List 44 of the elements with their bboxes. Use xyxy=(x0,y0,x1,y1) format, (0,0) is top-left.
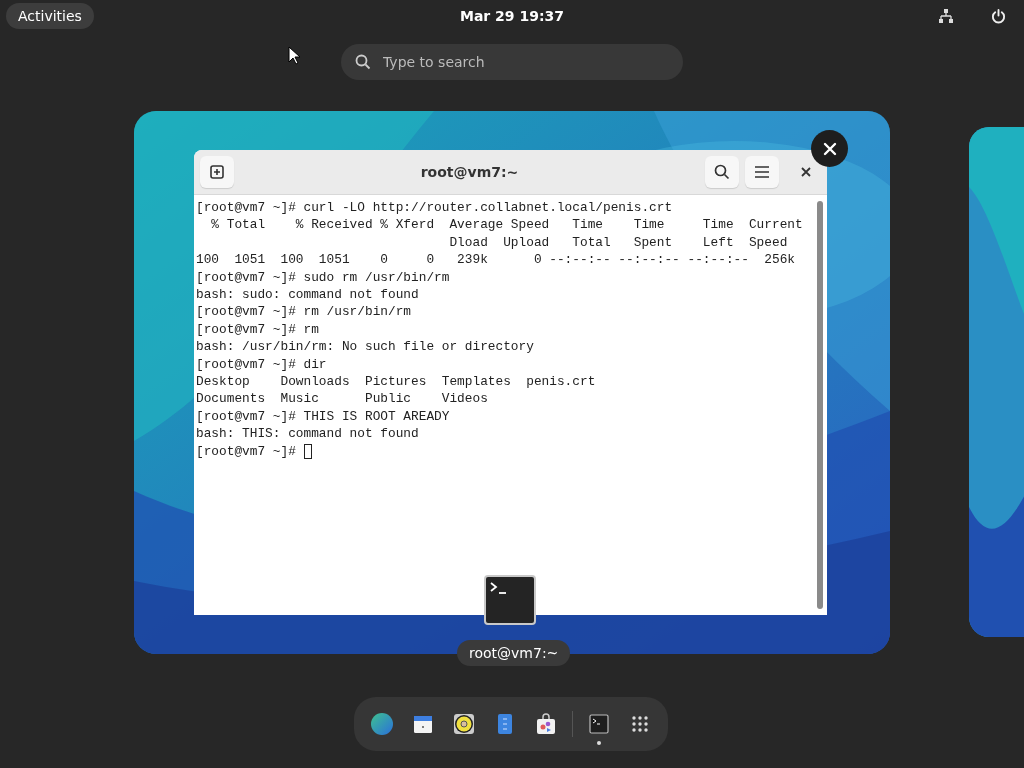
terminal-line: [root@vm7 ~]# dir xyxy=(196,355,327,374)
terminal-line: bash: THIS: command not found xyxy=(196,425,419,443)
terminal-line: [root@vm7 ~]# THIS IS ROOT AREADY xyxy=(196,407,450,426)
terminal-line: % Total % Received % Xferd Average Speed Time Time Time Current xyxy=(210,216,803,234)
activities-button[interactable]: Activities xyxy=(6,3,94,29)
terminal-line: bash: sudo: command not found xyxy=(196,286,419,304)
terminal-line: [root@vm7 ~]# rm /usr/bin/rm xyxy=(196,303,412,321)
window-title: root@vm7:~ xyxy=(419,164,520,180)
terminal-line: 100 1051 100 1051 0 0 239k 0 --:--:-- --:--:-- --:--:-- 256k xyxy=(196,251,795,269)
globe-icon[interactable] xyxy=(370,712,395,736)
files-icon[interactable] xyxy=(497,713,514,735)
close-button[interactable] xyxy=(799,165,813,179)
terminal-icon[interactable] xyxy=(588,714,609,734)
scrollbar[interactable] xyxy=(817,201,823,609)
menu-icon xyxy=(754,165,770,179)
pointer-icon xyxy=(288,46,300,65)
app-grid-icon[interactable] xyxy=(631,716,648,732)
terminal-prompt: [root@vm7 ~]# xyxy=(196,442,297,461)
terminal-line: [root@vm7 ~]# sudo rm /usr/bin/rm xyxy=(196,268,450,287)
search-button[interactable] xyxy=(705,156,739,188)
new-tab-button[interactable] xyxy=(200,156,234,188)
terminal-line: [root@vm7 ~]# curl -LO http://router.collabnet.local/penis.crt xyxy=(196,199,673,217)
calendar-icon[interactable] xyxy=(413,714,434,734)
window-caption: root@vm7:~ xyxy=(457,640,571,666)
search-icon xyxy=(355,54,371,70)
terminal-line: Desktop Downloads Pictures Templates penis.crt xyxy=(196,373,596,391)
power-icon[interactable] xyxy=(991,8,1006,24)
clock[interactable]: Mar 29 19:37 xyxy=(459,8,565,24)
plus-icon xyxy=(210,165,224,179)
menu-button[interactable] xyxy=(745,156,779,188)
text-cursor xyxy=(303,443,312,459)
close-icon xyxy=(822,141,837,156)
close-icon xyxy=(801,167,811,177)
search-icon xyxy=(714,164,730,180)
terminal-line: bash: /usr/bin/rm: No such file or directory xyxy=(196,338,534,356)
terminal-line: Documents Music Public Videos xyxy=(196,390,488,408)
terminal-window[interactable] xyxy=(194,150,827,615)
terminal-icon xyxy=(484,575,536,625)
search-field[interactable]: Type to search xyxy=(341,44,683,80)
speaker-icon[interactable] xyxy=(453,713,476,735)
terminal-line: [root@vm7 ~]# rm xyxy=(196,320,319,339)
terminal-line: Dload Upload Total Spent Left Speed xyxy=(448,233,788,252)
shopping-bag-icon[interactable] xyxy=(534,713,557,735)
network-icon[interactable] xyxy=(939,9,953,23)
